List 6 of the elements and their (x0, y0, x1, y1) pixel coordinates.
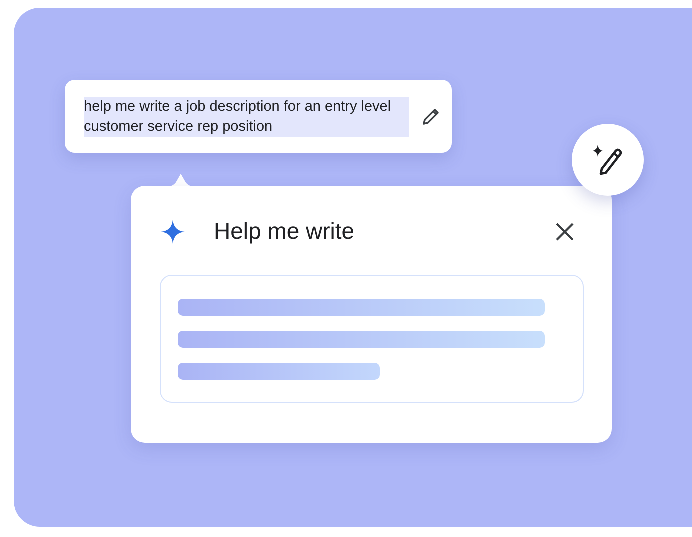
close-icon[interactable] (554, 220, 576, 242)
pencil-icon[interactable] (421, 107, 441, 127)
sparkle-icon (160, 218, 186, 244)
sparkle-pencil-icon (591, 143, 625, 177)
prompt-text: help me write a job description for an entry level customer service rep position (84, 97, 409, 137)
dialog-title: Help me write (214, 218, 356, 245)
